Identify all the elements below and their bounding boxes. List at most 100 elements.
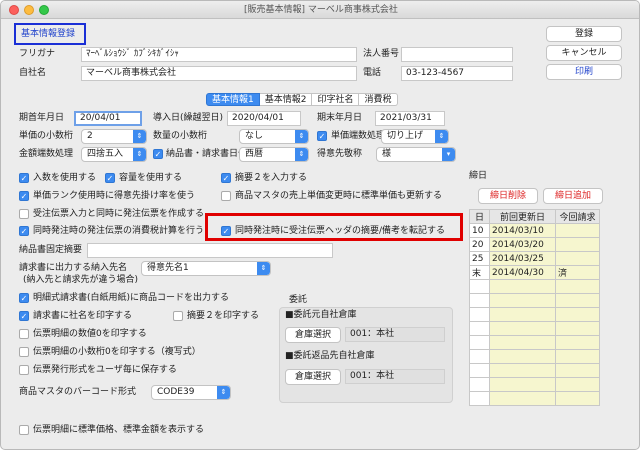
barcode-select[interactable]: CODE39 ⇕ <box>151 385 231 400</box>
return-warehouse-value: 001：本社 <box>345 369 445 384</box>
fy-start-input[interactable]: 20/04/01 <box>74 111 142 126</box>
invoice-date-label: 納品書・請求書日付 <box>166 149 248 159</box>
summary2-checkbox[interactable]: ✓ <box>221 173 231 183</box>
tab-consumption-tax[interactable]: 消費税 <box>359 93 398 106</box>
chevron-down-icon: ▾ <box>442 148 455 161</box>
company-input[interactable]: マーベル商事株式会社 <box>81 66 357 81</box>
minimize-window-icon[interactable] <box>24 5 34 15</box>
qty-decimal-select[interactable]: なし ⇕ <box>239 129 309 144</box>
phone-input[interactable]: 03-123-4567 <box>401 66 513 81</box>
unit-rounding-select[interactable]: 切り上げ ⇕ <box>381 129 449 144</box>
section-highlight-box <box>14 23 86 45</box>
return-warehouse-button[interactable]: 倉庫選択 <box>285 369 341 385</box>
close-window-icon[interactable] <box>9 5 19 15</box>
origin-warehouse-button[interactable]: 倉庫選択 <box>285 327 341 343</box>
print-company-checkbox[interactable]: ✓ <box>19 311 29 321</box>
closing-delete-button[interactable]: 締日削除 <box>478 188 538 204</box>
copy-tax-checkbox[interactable]: ✓ <box>19 226 29 236</box>
closing-title: 締日 <box>469 171 488 181</box>
invoice-date-select[interactable]: 西暦 ⇕ <box>239 147 309 162</box>
table-row-empty <box>469 335 600 350</box>
unit-decimal-value: 2 <box>87 131 93 141</box>
window-title: [販売基本情報] マーベル商事株式会社 <box>244 5 398 15</box>
print-code-checkbox[interactable]: ✓ <box>19 293 29 303</box>
tab-basic-info-2[interactable]: 基本情報2 <box>259 93 313 106</box>
column-header-last: 前回更新日 <box>489 209 556 224</box>
tab-basic-info-1[interactable]: 基本情報1 <box>206 93 260 106</box>
save-format-checkbox[interactable] <box>19 365 29 375</box>
cell-last: 2014/03/10 <box>489 223 556 238</box>
print-summary2-checkbox[interactable] <box>173 311 183 321</box>
unit-rounding-checkbox[interactable]: ✓ <box>317 131 327 141</box>
invoice-date-value: 西暦 <box>245 149 264 159</box>
fy-end-input[interactable]: 2021/03/31 <box>375 111 445 126</box>
lot-entry-checkbox[interactable]: ✓ <box>19 173 29 183</box>
consignment-return-label: ■委託返品先自社倉庫 <box>285 351 375 361</box>
show-std-price-checkbox[interactable] <box>19 425 29 435</box>
copy-memo-highlight-box <box>205 213 463 241</box>
unit-rounding-value: 切り上げ <box>387 131 424 141</box>
cell-last: 2014/03/25 <box>489 251 556 266</box>
honorific-label: 得意先敬称 <box>317 149 363 159</box>
cancel-button[interactable]: キャンセル <box>546 45 622 61</box>
print-zero-qty-checkbox[interactable] <box>19 329 29 339</box>
delivery-fixed-label: 納品書固定摘要 <box>19 245 83 255</box>
billing-dest-select[interactable]: 得意先名1 ⇕ <box>141 261 271 276</box>
honorific-select[interactable]: 様 ▾ <box>376 147 456 162</box>
save-format-label: 伝票発行形式をユーザ毎に保存する <box>33 365 177 375</box>
barcode-label: 商品マスタのバーコード形式 <box>19 387 137 397</box>
qty-decimal-label: 数量の小数桁 <box>153 131 208 141</box>
create-po-checkbox[interactable] <box>19 209 29 219</box>
tab-print-company[interactable]: 印字社名 <box>312 93 360 106</box>
update-std-price-label: 商品マスタの売上単価変更時に標準単価も更新する <box>235 191 443 201</box>
app-window: [販売基本情報] マーベル商事株式会社 基本情報登録 フリガナ ﾏｰﾍﾞﾙｼｮｳ… <box>0 0 640 450</box>
amount-rounding-select[interactable]: 四捨五入 ⇕ <box>81 147 147 162</box>
origin-warehouse-value: 001：本社 <box>345 327 445 342</box>
amount-rounding-value: 四捨五入 <box>87 149 124 159</box>
table-row-empty <box>469 293 600 308</box>
column-header-day: 日 <box>469 209 490 224</box>
corp-no-label: 法人番号 <box>363 49 400 59</box>
rank-rate-label: 単価ランク使用時に得意先掛け率を使う <box>33 191 196 201</box>
corp-no-input[interactable] <box>401 47 513 62</box>
cell-day: 10 <box>469 223 490 238</box>
lot-entry-label: 入数を使用する <box>33 173 97 183</box>
delivery-fixed-input[interactable] <box>87 243 333 258</box>
chevron-updown-icon: ⇕ <box>133 130 146 143</box>
amount-rounding-label: 金額端数処理 <box>19 149 74 159</box>
chevron-updown-icon: ⇕ <box>435 130 448 143</box>
honorific-value: 様 <box>382 149 392 159</box>
unit-rounding-label: 単価端数処理 <box>331 131 386 141</box>
cell-current <box>555 237 600 252</box>
print-decimal-zero-checkbox[interactable] <box>19 347 29 357</box>
table-row[interactable]: 末 2014/04/30 済 <box>469 265 600 280</box>
invoice-date-checkbox[interactable]: ✓ <box>153 149 163 159</box>
chevron-updown-icon: ⇕ <box>217 386 230 399</box>
update-std-price-checkbox[interactable] <box>221 191 231 201</box>
table-row[interactable]: 25 2014/03/25 <box>469 251 600 266</box>
print-code-label: 明細式請求書(白紙用紙)に商品コードを出力する <box>33 293 230 303</box>
register-button[interactable]: 登録 <box>546 26 622 42</box>
fy-start-label: 期首年月日 <box>19 113 65 123</box>
furigana-input[interactable]: ﾏｰﾍﾞﾙｼｮｳｼﾞ ｶﾌﾞｼｷｶﾞｲｼｬ <box>81 47 357 62</box>
closing-table: 日 前回更新日 今回請求 10 2014/03/10 20 2014/03/20… <box>469 209 600 406</box>
maximize-window-icon[interactable] <box>39 5 49 15</box>
column-header-current: 今回請求 <box>555 209 600 224</box>
company-label: 自社名 <box>19 68 47 78</box>
unit-decimal-label: 単価の小数桁 <box>19 131 74 141</box>
table-row[interactable]: 20 2014/03/20 <box>469 237 600 252</box>
consignment-title: 委託 <box>289 295 308 305</box>
print-summary2-label: 摘要２を印字する <box>187 311 260 321</box>
billing-dest-note: (納入先と請求先が違う場合) <box>23 275 139 285</box>
cell-day: 20 <box>469 237 490 252</box>
table-row-empty <box>469 391 600 406</box>
rank-rate-checkbox[interactable]: ✓ <box>19 191 29 201</box>
closing-add-button[interactable]: 締日追加 <box>543 188 603 204</box>
capacity-checkbox[interactable]: ✓ <box>105 173 115 183</box>
table-row-empty <box>469 279 600 294</box>
table-row[interactable]: 10 2014/03/10 <box>469 223 600 238</box>
cell-current: 済 <box>555 265 600 280</box>
print-button[interactable]: 印刷 <box>546 64 622 80</box>
intro-date-input[interactable]: 2020/04/01 <box>227 111 301 126</box>
unit-decimal-select[interactable]: 2 ⇕ <box>81 129 147 144</box>
